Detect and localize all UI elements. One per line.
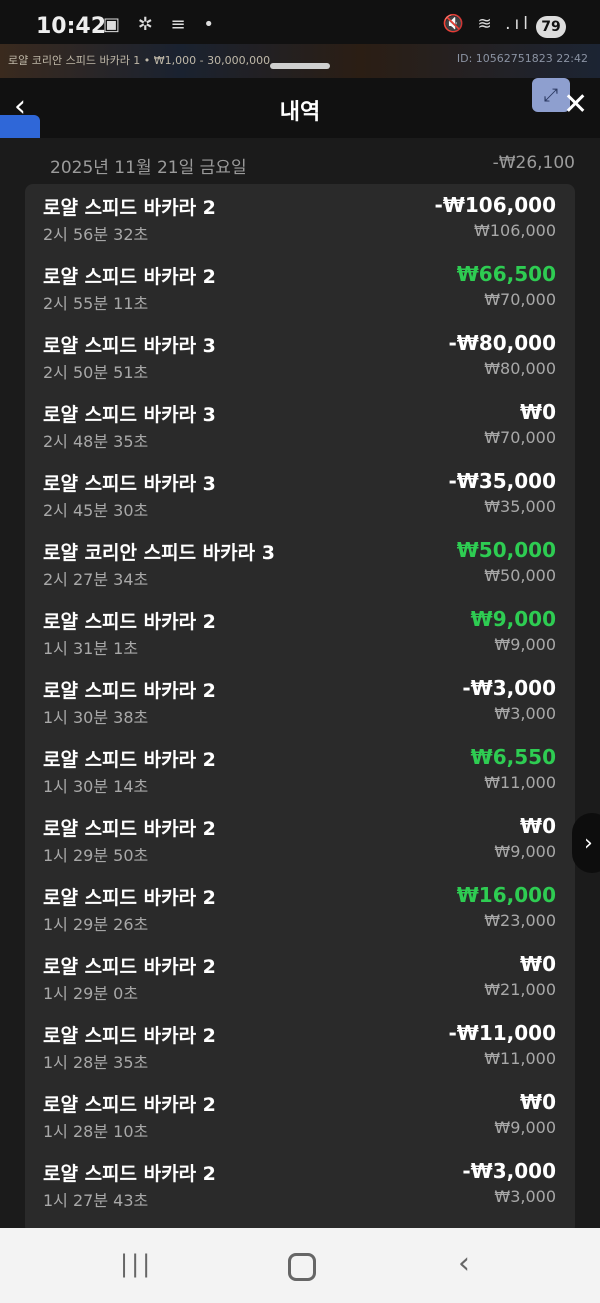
bet-amount: ₩70,000 [484,290,556,309]
bet-amount: ₩23,000 [484,911,556,930]
history-row[interactable]: 로얄 스피드 바카라 2 1시 29분 0초 ₩0 ₩21,000 [25,943,575,1012]
game-name: 로얄 스피드 바카라 3 [43,404,216,426]
nav-back-icon[interactable]: ‹ [458,1246,470,1281]
history-row[interactable]: 로얄 스피드 바카라 2 1시 29분 50초 ₩0 ₩9,000 [25,805,575,874]
result-amount: ₩6,550 [470,745,556,769]
game-name: 로얄 스피드 바카라 2 [43,749,216,771]
history-row[interactable]: 로얄 코리안 스피드 바카라 3 2시 27분 34초 ₩50,000 ₩50,000 [25,529,575,598]
game-round-id: ID: 10562751823 22:42 [456,52,588,65]
result-amount: ₩0 [520,400,556,424]
game-info-strip: 로얄 코리안 스피드 바카라 1 • ₩1,000 - 30,000,000 I… [0,44,600,78]
bet-amount: ₩9,000 [494,635,556,654]
round-time: 2시 56분 32초 [43,225,149,244]
round-time: 1시 29분 50초 [43,846,149,865]
round-time: 1시 28분 10초 [43,1122,149,1141]
game-name: 로얄 스피드 바카라 2 [43,1094,216,1116]
game-name: 로얄 스피드 바카라 3 [43,473,216,495]
history-row[interactable]: 로얄 스피드 바카라 3 2시 45분 30초 -₩35,000 ₩35,000 [25,460,575,529]
result-amount: -₩106,000 [434,193,556,217]
game-name: 로얄 스피드 바카라 2 [43,1025,216,1047]
history-row[interactable]: 로얄 스피드 바카라 2 1시 29분 26초 ₩16,000 ₩23,000 [25,874,575,943]
result-amount: -₩3,000 [462,676,556,700]
history-row[interactable]: 로얄 스피드 바카라 2 2시 56분 32초 -₩106,000 ₩106,000 [25,184,575,253]
history-row[interactable]: 로얄 스피드 바카라 2 1시 27분 43초 -₩3,000 ₩3,000 [25,1150,575,1219]
result-amount: ₩0 [520,952,556,976]
game-table-info: 로얄 코리안 스피드 바카라 1 • ₩1,000 - 30,000,000 [8,54,271,67]
history-row[interactable]: 로얄 스피드 바카라 3 2시 48분 35초 ₩0 ₩70,000 [25,391,575,460]
date-total: -₩26,100 [492,153,575,173]
date-label: 2025년 11월 21일 금요일 [50,158,247,178]
game-name: 로얄 스피드 바카라 2 [43,266,216,288]
game-name: 로얄 코리안 스피드 바카라 3 [43,542,275,564]
result-amount: ₩0 [520,1090,556,1114]
game-name: 로얄 스피드 바카라 2 [43,956,216,978]
bet-amount: ₩3,000 [494,704,556,723]
bet-amount: ₩21,000 [484,980,556,999]
recents-icon[interactable]: ||| [120,1250,153,1278]
bet-amount: ₩11,000 [484,1049,556,1068]
status-bar: 10:42 ▣ ✲ ≡ • 🔇 ≋ .ıl 79 [0,0,600,50]
result-amount: ₩50,000 [456,538,556,562]
round-time: 1시 30분 14초 [43,777,149,796]
round-time: 2시 50분 51초 [43,363,149,382]
round-time: 1시 28분 35초 [43,1053,149,1072]
bet-amount: ₩80,000 [484,359,556,378]
round-time: 2시 48분 35초 [43,432,149,451]
sheet-drag-handle[interactable] [270,63,330,69]
status-time: 10:42 [36,14,107,39]
round-time: 1시 30분 38초 [43,708,149,727]
result-amount: ₩0 [520,814,556,838]
collapse-arrow-icon[interactable]: › [572,813,600,873]
game-name: 로얄 스피드 바카라 2 [43,197,216,219]
game-name: 로얄 스피드 바카라 2 [43,680,216,702]
history-header: ‹ 내역 ⤢ ✕ [0,78,600,138]
bet-amount: ₩11,000 [484,773,556,792]
history-row[interactable]: 로얄 스피드 바카라 2 1시 28분 10초 ₩0 ₩9,000 [25,1081,575,1150]
round-time: 1시 31분 1초 [43,639,139,658]
system-nav-bar: ||| ‹ [0,1228,600,1303]
close-button[interactable]: ✕ [563,90,588,120]
bet-amount: ₩50,000 [484,566,556,585]
game-name: 로얄 스피드 바카라 2 [43,818,216,840]
result-amount: -₩80,000 [448,331,556,355]
bet-amount: ₩3,000 [494,1187,556,1206]
game-name: 로얄 스피드 바카라 3 [43,335,216,357]
history-row[interactable]: 로얄 스피드 바카라 2 1시 28분 35초 -₩11,000 ₩11,000 [25,1012,575,1081]
bet-amount: ₩35,000 [484,497,556,516]
history-row[interactable]: 로얄 스피드 바카라 2 2시 55분 11초 ₩66,500 ₩70,000 [25,253,575,322]
history-row[interactable]: 로얄 스피드 바카라 2 1시 30분 14초 ₩6,550 ₩11,000 [25,736,575,805]
round-time: 2시 55분 11초 [43,294,149,313]
bet-amount: ₩106,000 [474,221,556,240]
page-title: 내역 [279,100,321,125]
signal-wifi-icons: 🔇 ≋ .ıl [442,14,532,34]
result-amount: -₩11,000 [448,1021,556,1045]
result-amount: ₩16,000 [456,883,556,907]
battery-icon: 79 [536,16,566,38]
home-icon[interactable] [288,1253,316,1281]
game-name: 로얄 스피드 바카라 2 [43,887,216,909]
history-row[interactable]: 로얄 스피드 바카라 2 1시 30분 38초 -₩3,000 ₩3,000 [25,667,575,736]
round-time: 1시 29분 26초 [43,915,149,934]
history-row[interactable]: 로얄 스피드 바카라 3 2시 50분 51초 -₩80,000 ₩80,000 [25,322,575,391]
result-amount: ₩66,500 [456,262,556,286]
result-amount: -₩3,000 [462,1159,556,1183]
round-time: 1시 27분 43초 [43,1191,149,1210]
game-name: 로얄 스피드 바카라 2 [43,1163,216,1185]
notification-icons: ▣ ✲ ≡ • [103,14,220,35]
bet-amount: ₩9,000 [494,842,556,861]
game-name: 로얄 스피드 바카라 2 [43,611,216,633]
history-row[interactable]: 로얄 스피드 바카라 2 1시 31분 1초 ₩9,000 ₩9,000 [25,598,575,667]
history-list[interactable]: 로얄 스피드 바카라 2 2시 56분 32초 -₩106,000 ₩106,000 로… [25,184,575,1234]
round-time: 2시 27분 34초 [43,570,149,589]
bet-amount: ₩70,000 [484,428,556,447]
round-time: 1시 29분 0초 [43,984,139,1003]
round-time: 2시 45분 30초 [43,501,149,520]
result-amount: ₩9,000 [470,607,556,631]
history-panel: 2025년 11월 21일 금요일 -₩26,100 로얄 스피드 바카라 2 2… [0,138,600,1234]
result-amount: -₩35,000 [448,469,556,493]
bet-amount: ₩9,000 [494,1118,556,1137]
